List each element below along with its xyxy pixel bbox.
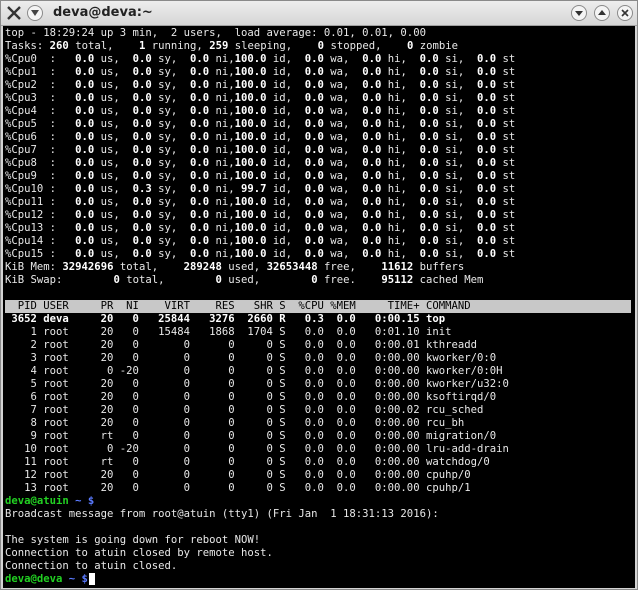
cpu-row: %Cpu15 : 0.0 us, 0.0 sy, 0.0 ni,100.0 id…: [5, 248, 516, 260]
cpu-row: %Cpu0 : 0.0 us, 0.0 sy, 0.0 ni,100.0 id,…: [5, 53, 516, 65]
text-cursor: [89, 573, 95, 585]
broadcast-message: Broadcast message from root@atuin (tty1)…: [5, 508, 439, 520]
tasks-line: Tasks: 260 total, 1 running, 259 sleepin…: [5, 40, 459, 52]
cpu-row: %Cpu4 : 0.0 us, 0.0 sy, 0.0 ni,100.0 id,…: [5, 105, 516, 117]
process-row: 13 root 20 0 0 0 0 S 0.0 0.0 0:00.00 cpu…: [5, 482, 471, 494]
process-table-header: PID USER PR NI VIRT RES SHR S %CPU %MEM …: [5, 300, 631, 313]
process-row: 8 root 20 0 0 0 0 S 0.0 0.0 0:00.00 rcu_…: [5, 417, 465, 429]
shell-prompt-1: deva@atuin ~ $: [5, 495, 95, 507]
process-row: 7 root 20 0 0 0 0 S 0.0 0.0 0:00.02 rcu_…: [5, 404, 484, 416]
connection-closed-remote: Connection to atuin closed by remote hos…: [5, 547, 273, 559]
process-row: 3 root 20 0 0 0 0 S 0.0 0.0 0:00.00 kwor…: [5, 352, 497, 364]
process-row: 11 root rt 0 0 0 0 S 0.0 0.0 0:00.00 wat…: [5, 456, 490, 468]
window-title: deva@deva:~: [53, 5, 153, 20]
cpu-row: %Cpu9 : 0.0 us, 0.0 sy, 0.0 ni,100.0 id,…: [5, 170, 516, 182]
terminal-output[interactable]: top - 18:29:24 up 3 min, 2 users, load a…: [3, 26, 635, 588]
cpu-row: %Cpu11 : 0.0 us, 0.0 sy, 0.0 ni,100.0 id…: [5, 196, 516, 208]
mem-line: KiB Mem: 32942696 total, 289248 used, 32…: [5, 261, 465, 273]
window-menu-button[interactable]: [27, 5, 43, 21]
close-icon: [621, 9, 629, 17]
cpu-row: %Cpu13 : 0.0 us, 0.0 sy, 0.0 ni,100.0 id…: [5, 222, 516, 234]
process-row: 10 root 0 -20 0 0 0 S 0.0 0.0 0:00.00 lr…: [5, 443, 509, 455]
cpu-row: %Cpu2 : 0.0 us, 0.0 sy, 0.0 ni,100.0 id,…: [5, 79, 516, 91]
connection-closed: Connection to atuin closed.: [5, 560, 178, 572]
cpu-row: %Cpu5 : 0.0 us, 0.0 sy, 0.0 ni,100.0 id,…: [5, 118, 516, 130]
process-row: 3652 deva 20 0 25844 3276 2660 R 0.3 0.0…: [5, 313, 446, 325]
minimize-icon: [575, 11, 583, 16]
app-icon[interactable]: [5, 4, 23, 22]
process-row: 2 root 20 0 0 0 0 S 0.0 0.0 0:00.01 kthr…: [5, 339, 477, 351]
cpu-row: %Cpu12 : 0.0 us, 0.0 sy, 0.0 ni,100.0 id…: [5, 209, 516, 221]
process-row: 9 root rt 0 0 0 0 S 0.0 0.0 0:00.00 migr…: [5, 430, 497, 442]
shell-prompt-2[interactable]: deva@deva ~ $: [5, 573, 94, 586]
cpu-row: %Cpu10 : 0.0 us, 0.3 sy, 0.0 ni, 99.7 id…: [5, 183, 516, 195]
process-row: 5 root 20 0 0 0 0 S 0.0 0.0 0:00.00 kwor…: [5, 378, 509, 390]
shutdown-message: The system is going down for reboot NOW!: [5, 534, 261, 546]
title-bar[interactable]: deva@deva:~: [1, 1, 637, 26]
process-row: 1 root 20 0 15484 1868 1704 S 0.0 0.0 0:…: [5, 326, 452, 338]
process-row: 12 root 20 0 0 0 0 S 0.0 0.0 0:00.00 cpu…: [5, 469, 471, 481]
top-summary: top - 18:29:24 up 3 min, 2 users, load a…: [5, 27, 426, 39]
swap-line: KiB Swap: 0 total, 0 used, 0 free. 95112…: [5, 274, 484, 286]
cpu-row: %Cpu1 : 0.0 us, 0.0 sy, 0.0 ni,100.0 id,…: [5, 66, 516, 78]
process-row: 4 root 0 -20 0 0 0 S 0.0 0.0 0:00.00 kwo…: [5, 365, 503, 377]
process-row: 6 root 20 0 0 0 0 S 0.0 0.0 0:00.00 ksof…: [5, 391, 497, 403]
maximize-icon: [598, 10, 606, 15]
menu-chevron-icon: [31, 10, 39, 16]
terminal-window: deva@deva:~ top - 18:29:24 up 3 min, 2 u…: [0, 0, 638, 590]
cpu-row: %Cpu14 : 0.0 us, 0.0 sy, 0.0 ni,100.0 id…: [5, 235, 516, 247]
maximize-button[interactable]: [594, 5, 610, 21]
cpu-row: %Cpu7 : 0.0 us, 0.0 sy, 0.0 ni,100.0 id,…: [5, 144, 516, 156]
close-button[interactable]: [617, 5, 633, 21]
cpu-row: %Cpu8 : 0.0 us, 0.0 sy, 0.0 ni,100.0 id,…: [5, 157, 516, 169]
cpu-row: %Cpu6 : 0.0 us, 0.0 sy, 0.0 ni,100.0 id,…: [5, 131, 516, 143]
cpu-row: %Cpu3 : 0.0 us, 0.0 sy, 0.0 ni,100.0 id,…: [5, 92, 516, 104]
minimize-button[interactable]: [571, 5, 587, 21]
